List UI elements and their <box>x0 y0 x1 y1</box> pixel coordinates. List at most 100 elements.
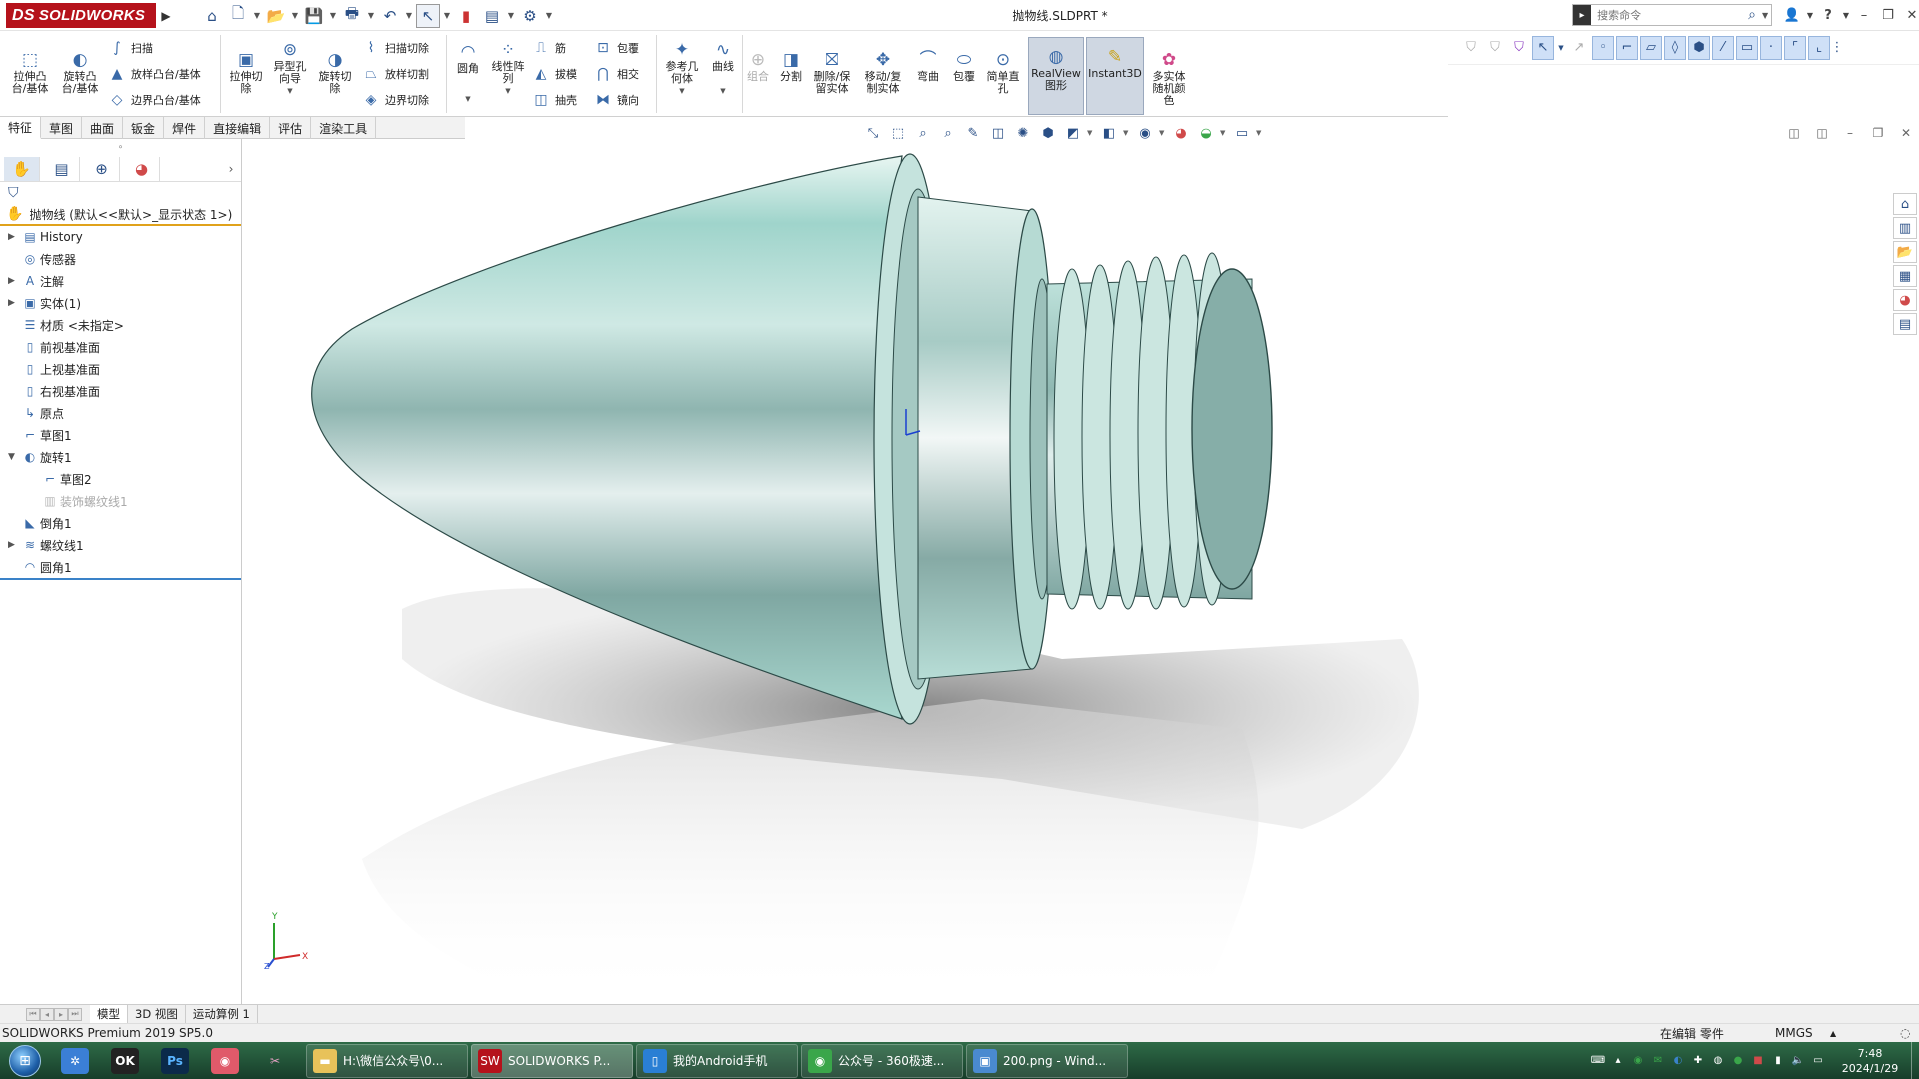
tab-surfaces[interactable]: 曲面 <box>82 117 124 139</box>
tree-item[interactable]: ◣ 倒角1 <box>0 512 241 534</box>
tree-filter-icon[interactable]: ⛉ <box>0 182 241 204</box>
chevron-down-icon[interactable]: ▼ <box>506 4 516 28</box>
tree-item[interactable]: ▶ A 注解 <box>0 270 241 292</box>
view-settings-icon[interactable]: ◕ <box>1170 122 1192 144</box>
tab-evaluate[interactable]: 评估 <box>270 117 312 139</box>
wrap-button[interactable]: ⊡ 包覆 <box>592 37 639 59</box>
property-manager-tab-icon[interactable]: ▤ <box>44 156 80 181</box>
tray-app-icon[interactable]: ▭ <box>1810 1053 1826 1069</box>
tray-expand-icon[interactable]: ▴ <box>1610 1053 1626 1069</box>
dynamic-annotation-icon[interactable]: ✎ <box>962 122 984 144</box>
combine-button[interactable]: ⊕ 组合 <box>744 49 772 83</box>
chevron-up-icon[interactable]: ▲ <box>1830 1029 1836 1038</box>
help-icon[interactable]: ? <box>1816 3 1840 27</box>
select-arrow-icon[interactable]: ↖ <box>1532 35 1554 60</box>
search-icon[interactable]: ⌕ <box>1742 7 1762 23</box>
menu-expand-icon[interactable]: ▶ <box>158 3 174 28</box>
prev-tab-icon[interactable]: ◂ <box>40 1007 54 1021</box>
tray-app-icon[interactable]: ◉ <box>1630 1053 1646 1069</box>
chevron-down-icon[interactable]: ▼ <box>1087 122 1095 144</box>
tab-render-tools[interactable]: 渲染工具 <box>311 117 377 139</box>
chevron-down-icon[interactable]: ▼ <box>679 85 684 97</box>
boundary-cut-button[interactable]: ◈ 边界切除 <box>360 89 429 111</box>
tree-item[interactable]: ◎ 传感器 <box>0 248 241 270</box>
configuration-manager-tab-icon[interactable]: ⊕ <box>84 156 120 181</box>
realview-toggle-icon[interactable]: ✺ <box>1012 122 1034 144</box>
new-document-icon[interactable]: 🗋 <box>226 4 250 28</box>
lofted-cut-button[interactable]: ⏢ 放样切割 <box>360 63 429 85</box>
viewport-next-icon[interactable]: ◫ <box>1813 124 1831 142</box>
linear-pattern-button[interactable]: ⁘ 线性阵列 ▼ <box>488 39 528 97</box>
feature-tree-tab-icon[interactable]: ✋ <box>4 156 40 181</box>
filter-planes-icon[interactable]: ▭ <box>1736 35 1758 60</box>
filter-solids-icon[interactable]: ⬢ <box>1688 35 1710 60</box>
tray-app-icon[interactable]: ■ <box>1750 1053 1766 1069</box>
viewport-minimize-icon[interactable]: – <box>1841 124 1859 142</box>
tray-app-icon[interactable]: ✚ <box>1690 1053 1706 1069</box>
intersect-button[interactable]: ⋂ 相交 <box>592 63 639 85</box>
wechat-icon[interactable]: ✉ <box>1650 1053 1666 1069</box>
display-style-icon[interactable]: ⬢ <box>1037 122 1059 144</box>
revolve-cut-button[interactable]: ◑ 旋转切除 <box>314 49 356 95</box>
select-lock-icon[interactable]: ↗ <box>1568 36 1590 60</box>
split-button[interactable]: ◨ 分割 <box>776 49 806 83</box>
zoom-to-area-icon[interactable]: ⬚ <box>887 122 909 144</box>
panel-grip[interactable]: ⚬ <box>0 139 241 156</box>
chevron-right-icon[interactable]: ▶ <box>8 540 18 550</box>
flex-button[interactable]: ⌒ 弯曲 <box>912 49 944 83</box>
reference-geometry-button[interactable]: ✦ 参考几何体 ▼ <box>660 39 704 97</box>
draft-button[interactable]: ◭ 拔模 <box>530 63 577 85</box>
tree-item[interactable]: ▥ 装饰螺纹线1 <box>0 490 241 512</box>
filter-faces-icon[interactable]: ▱ <box>1640 35 1662 60</box>
quick-tips-icon[interactable]: ◌ <box>1900 1026 1910 1040</box>
traffic-light-icon[interactable]: ▮ <box>454 4 478 28</box>
chevron-down-icon[interactable]: ▼ <box>404 4 414 28</box>
hole-wizard-button[interactable]: ⊚ 异型孔向导 ▼ <box>269 39 311 97</box>
system-clock[interactable]: 7:48 2024/1/29 <box>1830 1044 1910 1078</box>
delete-keep-body-button[interactable]: ⛝ 删除/保留实体 <box>810 49 854 95</box>
chevron-right-icon[interactable]: ▶ <box>8 276 18 286</box>
toolbar-expand-icon[interactable]: ⋮ <box>1831 36 1844 60</box>
network-icon[interactable]: ▮ <box>1770 1053 1786 1069</box>
keyboard-icon[interactable]: ⌨ <box>1590 1053 1606 1069</box>
move-copy-body-button[interactable]: ✥ 移动/复制实体 <box>860 49 906 95</box>
simple-hole-button[interactable]: ⊙ 简单直孔 <box>984 49 1022 95</box>
section-view-icon[interactable]: ⌕ <box>937 122 959 144</box>
filter-clear-icon[interactable]: ⛉ <box>1484 36 1506 60</box>
file-explorer-icon[interactable]: 📂 <box>1893 241 1917 263</box>
zoom-to-fit-icon[interactable]: ⤡ <box>862 122 884 144</box>
filter-sketch-points-icon[interactable]: · <box>1760 35 1782 60</box>
extrude-boss-button[interactable]: ⬚ 拉伸凸台/基体 <box>8 49 52 95</box>
instant3d-button[interactable]: ✎ Instant3D <box>1086 37 1144 115</box>
filter-vertices-icon[interactable]: ◦ <box>1592 35 1614 60</box>
pinned-app-icon[interactable]: ◉ <box>200 1044 250 1078</box>
tab-sketch[interactable]: 草图 <box>41 117 83 139</box>
open-folder-icon[interactable]: 📂 <box>264 4 288 28</box>
select-arrow-icon[interactable]: ↖ <box>416 3 440 28</box>
filter-axes-icon[interactable]: ⁄ <box>1712 35 1734 60</box>
chevron-down-icon[interactable]: ▼ <box>505 85 510 97</box>
chevron-down-icon[interactable]: ▼ <box>252 4 262 28</box>
tree-item[interactable]: ⌐ 草图2 <box>0 468 241 490</box>
appearances-icon[interactable]: ◕ <box>1893 289 1917 311</box>
rollback-bar[interactable] <box>0 578 241 580</box>
scene-icon[interactable]: ◒ <box>1195 122 1217 144</box>
close-icon[interactable]: ✕ <box>1900 3 1919 27</box>
chevron-down-icon[interactable]: ▼ <box>287 85 292 97</box>
apply-scene-icon[interactable]: ◉ <box>1134 122 1156 144</box>
search-mode-icon[interactable]: ▸ <box>1573 5 1592 25</box>
search-input[interactable] <box>1591 6 1743 24</box>
chevron-down-icon[interactable]: ▼ <box>1256 122 1264 144</box>
chevron-down-icon[interactable]: ▼ <box>1804 3 1816 27</box>
viewport-close-icon[interactable]: ✕ <box>1897 124 1915 142</box>
restore-icon[interactable]: ❐ <box>1876 3 1900 27</box>
unit-system-selector[interactable]: MMGS <box>1775 1026 1813 1040</box>
tab-features[interactable]: 特征 <box>0 117 42 139</box>
pinned-app-icon[interactable]: ✂ <box>250 1044 300 1078</box>
filter-surfaces-icon[interactable]: ◊ <box>1664 35 1686 60</box>
chevron-down-icon[interactable]: ▼ <box>544 4 554 28</box>
viewport-restore-icon[interactable]: ❐ <box>1869 124 1887 142</box>
chevron-right-icon[interactable]: ▶ <box>8 298 18 308</box>
taskbar-task[interactable]: ▬ H:\微信公众号\0... <box>306 1043 468 1078</box>
viewport-previous-icon[interactable]: ◫ <box>1785 124 1803 142</box>
